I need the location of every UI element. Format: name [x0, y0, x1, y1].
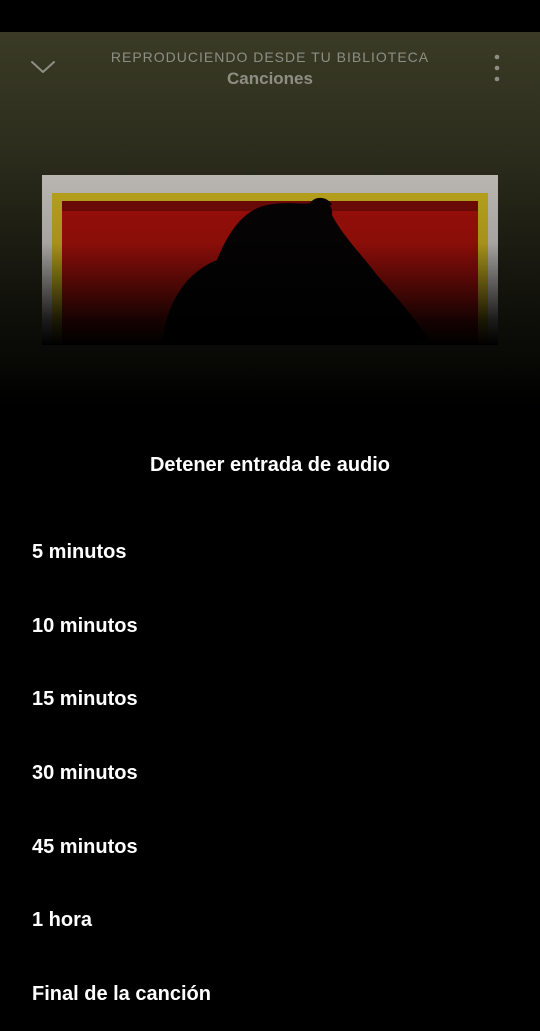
option-10-minutes[interactable]: 10 minutos — [0, 590, 540, 664]
now-playing-header: REPRODUCIENDO DESDE TU BIBLIOTECA Cancio… — [0, 32, 540, 112]
collapse-button[interactable] — [26, 52, 60, 82]
more-options-button[interactable] — [482, 50, 512, 86]
album-cover — [42, 175, 498, 345]
status-bar — [0, 0, 540, 32]
option-30-minutes[interactable]: 30 minutos — [0, 737, 540, 811]
context-label: REPRODUCIENDO DESDE TU BIBLIOTECA — [110, 49, 430, 65]
playing-context: REPRODUCIENDO DESDE TU BIBLIOTECA Cancio… — [90, 48, 450, 90]
album-cover-fade — [42, 175, 498, 345]
option-1-hour[interactable]: 1 hora — [0, 884, 540, 958]
option-15-minutes[interactable]: 15 minutos — [0, 663, 540, 737]
sheet-title: Detener entrada de audio — [149, 454, 391, 476]
option-5-minutes[interactable]: 5 minutos — [0, 516, 540, 590]
sleep-timer-sheet: Detener entrada de audio 5 minutos 10 mi… — [0, 420, 540, 1018]
context-name[interactable]: Canciones — [90, 68, 450, 90]
chevron-down-icon — [31, 61, 55, 73]
option-45-minutes[interactable]: 45 minutos — [0, 810, 540, 884]
more-vertical-icon — [494, 54, 500, 82]
option-end-of-track[interactable]: Final de la canción — [0, 958, 540, 1031]
sleep-timer-options: 5 minutos 10 minutos 15 minutos 30 minut… — [0, 516, 540, 1031]
